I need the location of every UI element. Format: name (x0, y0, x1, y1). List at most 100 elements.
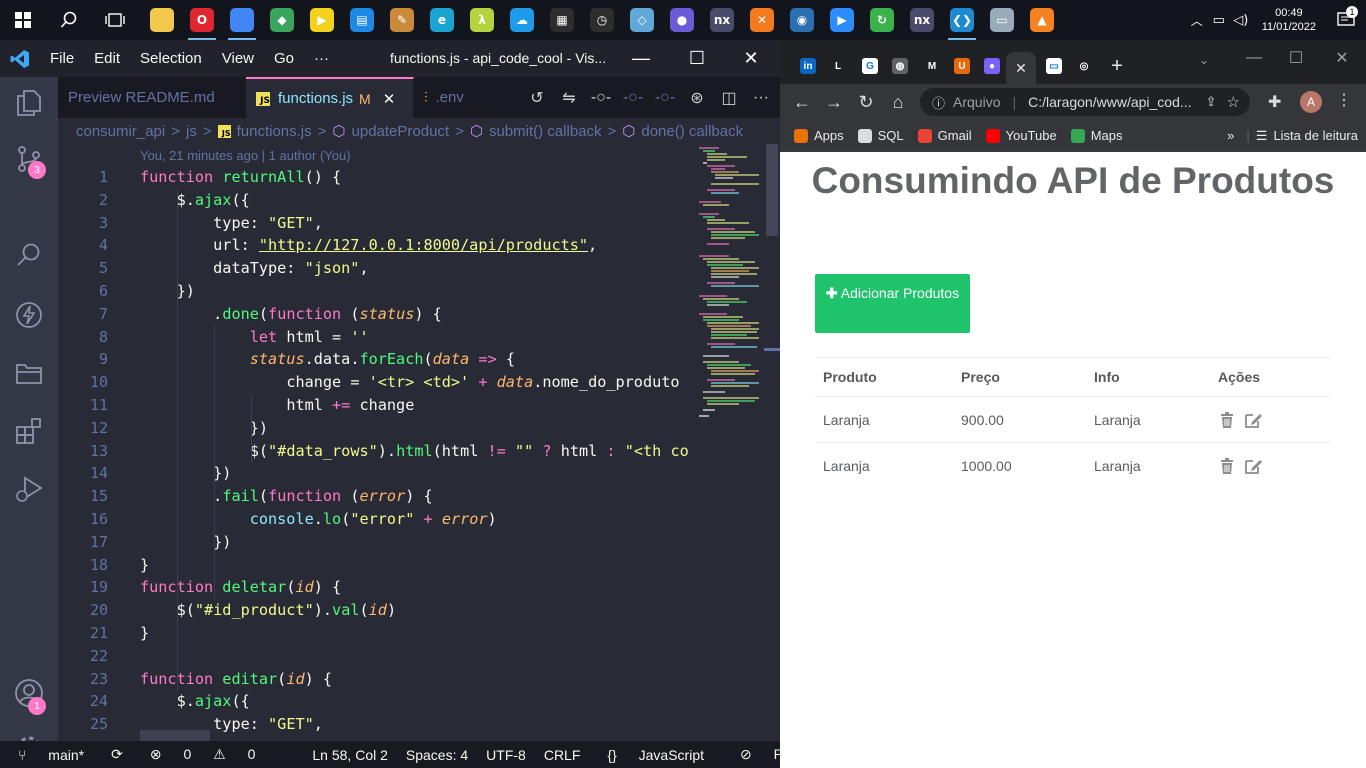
compare-changes-icon[interactable]: ⇋ (556, 88, 582, 108)
clock-taskbar-button[interactable]: ◷ (582, 0, 622, 40)
window-minimize-icon[interactable]: — (1240, 44, 1268, 72)
code-line[interactable]: 18} (58, 554, 758, 577)
code-line[interactable]: 12 }) (58, 417, 758, 440)
vertical-scrollbar[interactable] (764, 144, 780, 741)
git-kraken-taskbar-button[interactable]: ◆ (262, 0, 302, 40)
code-line[interactable]: 24 $.ajax({ (58, 690, 758, 713)
browser-taskbar-button[interactable]: ◉ (782, 0, 822, 40)
code-line[interactable]: 3 type: "GET", (58, 212, 758, 235)
chrome-tab[interactable]: U (948, 52, 976, 80)
timeline-icon[interactable]: ↺ (524, 88, 550, 108)
previous-change-icon[interactable]: -○- (620, 89, 646, 107)
menu-edit[interactable]: Edit (84, 50, 130, 67)
active-tab-close-icon[interactable]: ✕ (1006, 52, 1036, 84)
chrome-taskbar-button[interactable] (222, 0, 262, 40)
nox-2-taskbar-button[interactable]: nx (902, 0, 942, 40)
minimap[interactable] (694, 144, 762, 741)
home-icon[interactable]: ⌂ (882, 92, 914, 113)
maximize-icon[interactable]: ☐ (674, 40, 720, 77)
code-line[interactable]: 15 .fail(function (error) { (58, 485, 758, 508)
edge-taskbar-button[interactable]: e (422, 0, 462, 40)
code-line[interactable]: 9 status.data.forEach(data => { (58, 348, 758, 371)
windows-start-icon[interactable] (0, 0, 46, 40)
clock[interactable]: 00:49 11/01/2022 (1252, 6, 1326, 34)
breadcrumb-folder[interactable]: consumir_api (76, 123, 165, 140)
language-status[interactable]: {} JavaScript (589, 747, 722, 763)
bookmark-sql[interactable]: SQL (857, 128, 904, 143)
edit-icon[interactable] (1244, 411, 1262, 429)
bookmark-gmail[interactable]: Gmail (917, 128, 972, 143)
account-icon[interactable]: 1 (0, 667, 58, 719)
breadcrumb-symbol[interactable]: updateProduct (352, 123, 450, 140)
task-view-icon[interactable] (92, 0, 138, 40)
bookmark-star-icon[interactable]: ☆ (1227, 93, 1240, 111)
code-line[interactable]: 22 (58, 645, 758, 668)
code-url-token[interactable]: "http://127.0.0.1:8000/api/products" (259, 236, 588, 254)
address-bar[interactable]: ⓘ Arquivo | C:/laragon/www/api_cod... ⇪ … (920, 88, 1250, 116)
forward-arrow-icon[interactable]: → (818, 92, 850, 113)
window-maximize-icon[interactable]: ☐ (1282, 44, 1310, 72)
zoom-taskbar-button[interactable]: ▶ (822, 0, 862, 40)
network-icon[interactable]: ▭ (1208, 13, 1230, 28)
tab-functions-js[interactable]: JS functions.js M ✕ (246, 77, 414, 118)
paint-taskbar-button[interactable]: ✎ (382, 0, 422, 40)
indentation-status[interactable]: Spaces: 4 (397, 747, 477, 763)
close-icon[interactable]: ✕ (728, 40, 774, 77)
extensions-icon[interactable] (0, 405, 58, 457)
breadcrumb-symbol[interactable]: done() callback (641, 123, 743, 140)
horizontal-scrollbar-thumb[interactable] (140, 730, 210, 741)
search-icon[interactable] (0, 229, 58, 281)
vlc-taskbar-button[interactable]: ▲ (1022, 0, 1062, 40)
chrome-tab[interactable]: L (824, 52, 852, 80)
profile-avatar[interactable]: A (1300, 91, 1322, 113)
minimize-icon[interactable]: — (618, 40, 664, 77)
sync-icon[interactable]: ⟳ (102, 746, 132, 763)
scrollbar-thumb[interactable] (766, 144, 778, 236)
share-icon[interactable]: ⇪ (1206, 94, 1217, 110)
code-line[interactable]: 2 $.ajax({ (58, 189, 758, 212)
bookmarks-overflow-icon[interactable]: » (1227, 128, 1234, 143)
trash-icon[interactable] (1218, 457, 1236, 475)
problems-status[interactable]: ⊗ 0 ⚠ 0 (132, 746, 274, 763)
code-line[interactable]: 11 html += change (58, 394, 758, 417)
bookmark-youtube[interactable]: YouTube (985, 128, 1057, 143)
code-line[interactable]: 23function editar(id) { (58, 668, 758, 691)
code-line[interactable]: 8 let html = '' (58, 326, 758, 349)
code-line[interactable]: 19function deletar(id) { (58, 576, 758, 599)
menu-file[interactable]: File (40, 50, 84, 67)
folder-icon[interactable] (0, 347, 58, 399)
nox-taskbar-button[interactable]: nx (702, 0, 742, 40)
encoding-status[interactable]: UTF-8 (477, 747, 535, 763)
edit-icon[interactable] (1244, 457, 1262, 475)
cursor-position[interactable]: Ln 58, Col 2 (303, 747, 397, 763)
next-change-icon[interactable]: -○- (652, 89, 678, 107)
chrome-tab[interactable]: in (794, 52, 822, 80)
git-graph-icon[interactable]: ⊛ (684, 88, 710, 108)
vscode-taskbar-taskbar-button[interactable]: ❮❯ (942, 0, 982, 40)
code-line[interactable]: 5 dataType: "json", (58, 257, 758, 280)
branch-status[interactable]: ⑂ main* (0, 747, 102, 763)
chevron-up-icon[interactable]: ︿ (1186, 12, 1208, 29)
chrome-tab[interactable]: G (856, 52, 884, 80)
chrome-tab[interactable]: ◎ (1070, 52, 1098, 80)
code-line[interactable]: 20 $("#id_product").val(id) (58, 599, 758, 622)
code-line[interactable]: 4 url: "http://127.0.0.1:8000/api/produc… (58, 234, 758, 257)
chrome-tab[interactable]: ▭ (1040, 52, 1068, 80)
git-commit-icon[interactable]: -○- (588, 89, 614, 107)
notifications-button[interactable]: 1 (1326, 0, 1366, 40)
source-control-icon[interactable]: 3 (0, 133, 58, 185)
notes-taskbar-button[interactable]: ◇ (622, 0, 662, 40)
circle-app-taskbar-button[interactable]: ● (662, 0, 702, 40)
run-debug-icon[interactable] (0, 463, 58, 515)
chrome-tab[interactable]: ◍ (886, 52, 914, 80)
bookmark-maps[interactable]: Maps (1070, 128, 1123, 143)
lightning-icon[interactable] (0, 289, 58, 341)
outlook-taskbar-button[interactable]: ▤ (342, 0, 382, 40)
chrome-tab[interactable]: M (918, 52, 946, 80)
code-line[interactable]: 14 }) (58, 462, 758, 485)
code-editor[interactable]: You, 21 minutes ago | 1 author (You) 1 fu… (58, 144, 780, 741)
lambda-taskbar-button[interactable]: λ (462, 0, 502, 40)
volume-icon[interactable]: ◁) (1230, 13, 1252, 28)
back-arrow-icon[interactable]: ← (786, 92, 818, 113)
code-line[interactable]: 1 function returnAll() { (58, 166, 758, 189)
